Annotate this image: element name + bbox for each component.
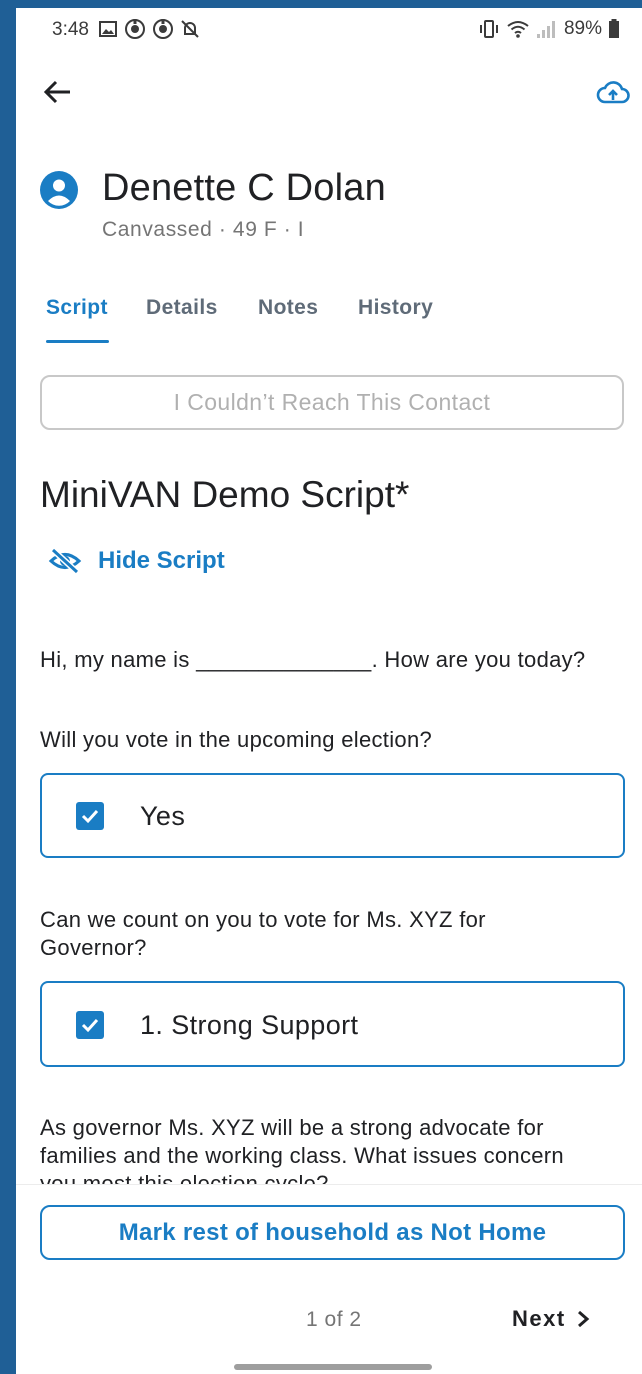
battery-percent: 89% (563, 18, 602, 39)
signal-icon (536, 19, 558, 39)
contact-subtitle: Canvassed · 49 F · I (102, 218, 305, 241)
eye-off-icon (48, 547, 82, 575)
tab-notes[interactable]: Notes (258, 296, 318, 320)
answer-label: 1. Strong Support (140, 1010, 359, 1040)
next-button[interactable]: Next (512, 1306, 590, 1332)
status-notification-icons (98, 18, 200, 40)
checkbox-checked[interactable] (76, 1011, 104, 1039)
script-intro: Hi, my name is ______________. How are y… (40, 647, 586, 672)
couldnt-reach-button[interactable]: I Couldn’t Reach This Contact (40, 375, 624, 430)
home-indicator[interactable] (234, 1364, 432, 1370)
battery-icon (608, 19, 620, 39)
answer-option[interactable]: Yes (40, 773, 625, 858)
script-title: MiniVAN Demo Script* (40, 474, 410, 515)
wifi-icon (506, 19, 530, 39)
hide-script-label: Hide Script (98, 547, 225, 574)
checkbox-checked[interactable] (76, 802, 104, 830)
tab-history[interactable]: History (358, 296, 433, 320)
tab-script[interactable]: Script (46, 296, 108, 320)
tab-details[interactable]: Details (146, 296, 218, 320)
vpn-icon (124, 18, 146, 40)
question-text: Will you vote in the upcoming election? (40, 727, 433, 752)
cloud-upload-icon[interactable] (596, 78, 630, 108)
mark-household-not-home-button[interactable]: Mark rest of household as Not Home (40, 1205, 625, 1260)
footer-divider (16, 1184, 642, 1185)
vpn-icon (152, 18, 174, 40)
contact-name: Denette C Dolan (102, 167, 386, 209)
status-system-icons: 89% (478, 18, 620, 40)
hide-script-button[interactable]: Hide Script (48, 547, 225, 575)
vibrate-icon (478, 19, 500, 39)
chevron-right-icon (576, 1309, 590, 1329)
status-time: 3:48 (52, 19, 89, 40)
page-indicator: 1 of 2 (306, 1308, 362, 1331)
app-screen: 3:48 89% Denette C Dolan Canvassed · 49 … (16, 8, 642, 1374)
status-bar: 3:48 89% (16, 8, 642, 52)
active-tab-indicator (46, 340, 109, 343)
question-text: As governor Ms. XYZ will be a strong adv… (40, 1115, 564, 1184)
gallery-icon (98, 19, 118, 39)
next-label: Next (512, 1306, 566, 1331)
no-notifications-icon (180, 19, 200, 39)
answer-option[interactable]: 1. Strong Support (40, 981, 625, 1067)
answer-label: Yes (140, 801, 186, 831)
arrow-back-icon[interactable] (42, 76, 74, 108)
question-text: Can we count on you to vote for Ms. XYZ … (40, 907, 486, 960)
avatar-icon (40, 171, 78, 209)
